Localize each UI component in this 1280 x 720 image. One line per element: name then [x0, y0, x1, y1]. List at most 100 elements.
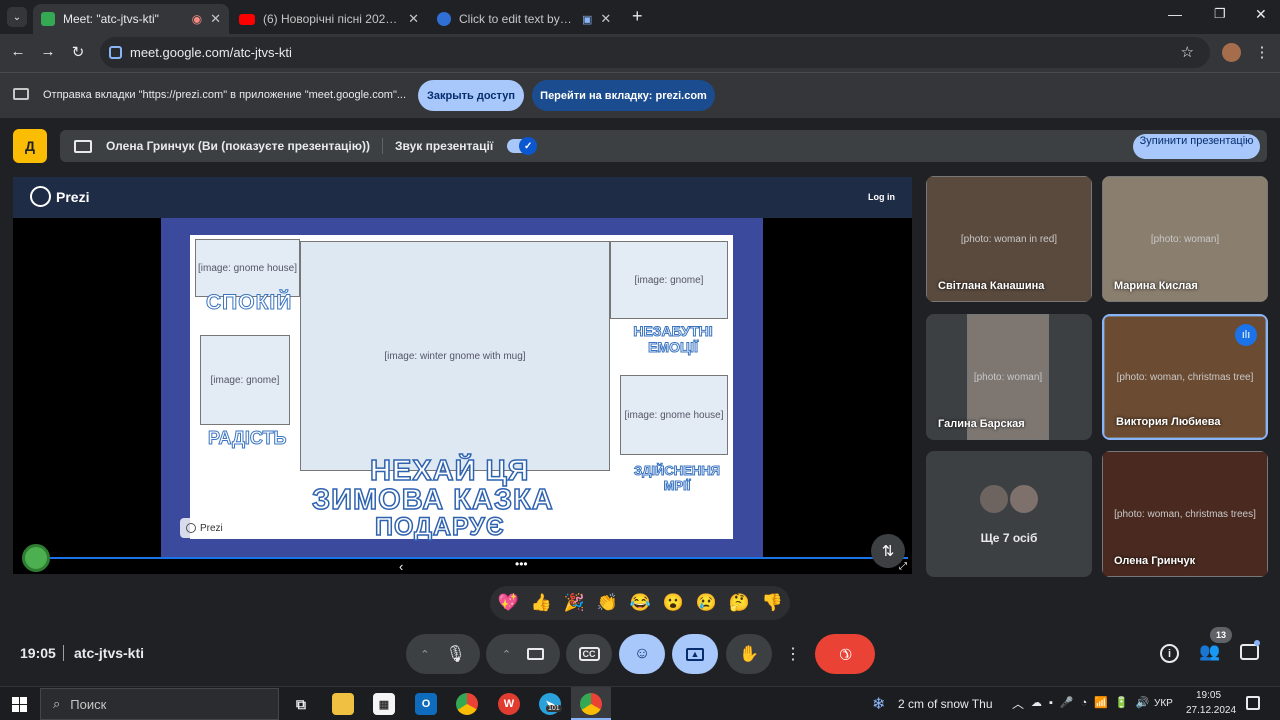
camera-icon[interactable] — [527, 648, 545, 660]
reaction-party[interactable]: 🎉 — [558, 593, 591, 613]
task-view-icon[interactable]: ⧉ — [290, 693, 312, 715]
windows-start-icon[interactable] — [12, 697, 27, 712]
chevron-up-icon[interactable]: ⌃ — [420, 648, 429, 661]
tray-icons[interactable]: ☁▪🎤◔📶🔋🔊 — [1031, 696, 1156, 709]
prezi-logo-icon — [30, 186, 51, 207]
tab-youtube[interactable]: (6) Новорічні пісні 2025. - You ✕ — [231, 4, 427, 34]
file-explorer-icon[interactable] — [332, 693, 354, 715]
browser-toolbar: ← → ↻ meet.google.com/atc-jtvs-kti ☆ ⋮ — [0, 34, 1280, 72]
people-icon[interactable]: 👥 — [1199, 642, 1220, 662]
close-tab-icon[interactable]: ✕ — [210, 11, 221, 27]
check-icon: ✓ — [519, 137, 538, 155]
gnome-left-placeholder: [image: gnome] — [200, 335, 290, 425]
new-tab-button[interactable]: + — [632, 6, 643, 27]
more-participants-tile[interactable]: Ще 7 осіб — [926, 451, 1092, 577]
present-icon: ▲ — [686, 647, 704, 661]
forward-icon[interactable]: → — [38, 43, 58, 60]
stop-presenting-button[interactable]: Зупинити презентацію — [1133, 134, 1260, 159]
swap-layout-button[interactable]: ⇅ — [871, 534, 905, 568]
tray-chevron-up-icon[interactable]: ︿ — [1012, 695, 1024, 712]
captions-icon: CC — [578, 647, 600, 661]
profile-avatar-icon[interactable] — [1222, 43, 1241, 62]
prezi-progress-handle[interactable] — [22, 544, 50, 572]
reaction-heart[interactable]: 💖 — [492, 593, 525, 613]
recording-icon: ◉ — [191, 12, 203, 26]
present-button[interactable]: ▲ — [672, 634, 718, 674]
tab-title: Meet: "atc-jtvs-kti" — [63, 12, 159, 26]
reaction-thinking[interactable]: 🤔 — [723, 593, 756, 613]
chrome-icon[interactable] — [456, 693, 478, 715]
reaction-thumbs-up[interactable]: 👍 — [525, 593, 558, 613]
meet-favicon-icon — [41, 12, 55, 26]
maximize-button[interactable]: ❐ — [1214, 6, 1226, 22]
active-chrome-button[interactable] — [571, 687, 611, 720]
tab-title: Click to edit text by Ольга — [459, 12, 574, 26]
close-tab-icon[interactable]: ✕ — [408, 11, 419, 27]
captions-button[interactable]: CC — [566, 634, 612, 674]
chat-unread-dot — [1254, 640, 1260, 646]
minimize-button[interactable]: — — [1168, 6, 1182, 22]
hand-icon: ✋ — [739, 646, 759, 663]
weather-text[interactable]: 2 cm of snow Thu — [898, 697, 993, 711]
tab-search-button[interactable]: ⌄ — [7, 7, 27, 27]
prezi-progress-track[interactable] — [23, 557, 908, 559]
notifications-icon[interactable] — [1246, 696, 1260, 710]
chat-icon[interactable] — [1240, 644, 1259, 660]
bookmark-star-icon[interactable]: ☆ — [1181, 43, 1194, 61]
outlook-icon[interactable]: O — [415, 693, 437, 715]
participant-tile[interactable]: [photo: woman in red] Світлана Канашина — [926, 176, 1092, 302]
present-screen-icon — [74, 139, 92, 153]
clock-time[interactable]: 19:05 — [1196, 690, 1221, 701]
speaking-indicator-icon: ılı — [1235, 324, 1257, 346]
participant-tile-speaking[interactable]: [photo: woman, christmas tree] ılı Викто… — [1102, 314, 1268, 440]
participant-tile[interactable]: [photo: woman, christmas trees] Олена Гр… — [1102, 451, 1268, 577]
reaction-clap[interactable]: 👏 — [591, 593, 624, 613]
slide-text-calm: СПОКІЙ — [205, 291, 293, 315]
prezi-login-link[interactable]: Log in — [868, 192, 895, 202]
address-bar[interactable]: meet.google.com/atc-jtvs-kti ☆ — [100, 37, 1210, 68]
reactions-bar: 💖 👍 🎉 👏 😂 😮 😢 🤔 👎 — [490, 586, 790, 620]
reaction-sad[interactable]: 😢 — [690, 593, 723, 613]
switch-tab-button[interactable]: Перейти на вкладку: prezi.com — [532, 80, 715, 111]
tab-prezi[interactable]: Click to edit text by Ольга ▣ ✕ — [429, 4, 625, 34]
participant-name: Виктория Любиева — [1116, 416, 1221, 428]
reload-icon[interactable]: ↻ — [68, 43, 88, 61]
slide-menu-icon[interactable]: ••• — [515, 557, 528, 571]
cast-icon: ▣ — [582, 13, 593, 26]
stop-presenting-label: Зупинити презентацію — [1139, 135, 1254, 147]
reactions-button[interactable]: ☺ — [619, 634, 665, 674]
leave-call-button[interactable]: ✆ — [815, 634, 875, 674]
close-tab-icon[interactable]: ✕ — [600, 11, 611, 27]
browser-tab-strip: ⌄ Meet: "atc-jtvs-kti" ◉ ✕ (6) Новорічні… — [0, 0, 1280, 34]
taskbar-search-box[interactable]: ⌕ Поиск — [40, 688, 279, 720]
chevron-up-icon[interactable]: ⌃ — [502, 648, 511, 661]
stop-sharing-button[interactable]: Закрыть доступ — [418, 80, 524, 111]
raise-hand-button[interactable]: ✋ — [726, 634, 772, 674]
tab-meet[interactable]: Meet: "atc-jtvs-kti" ◉ ✕ — [33, 4, 229, 34]
sharing-message: Отправка вкладки "https://prezi.com" в п… — [43, 89, 407, 101]
back-icon[interactable]: ← — [8, 43, 28, 60]
microsoft-store-icon[interactable]: ▦ — [373, 693, 395, 715]
prezi-favicon-icon — [437, 12, 451, 26]
reaction-surprised[interactable]: 😮 — [657, 593, 690, 613]
presentation-bar: Олена Гринчук (Ви (показуєте презентацію… — [60, 130, 1267, 162]
participant-tile[interactable]: [photo: woman] Марина Кислая — [1102, 176, 1268, 302]
gnome-top-right-placeholder: [image: gnome] — [610, 241, 728, 319]
people-count-badge: 13 — [1210, 627, 1232, 643]
more-options-button[interactable]: ⋮ — [779, 634, 807, 674]
language-indicator[interactable]: УКР — [1154, 698, 1173, 709]
microphone-icon[interactable]: 🎙 — [445, 644, 465, 664]
browser-menu-icon[interactable]: ⋮ — [1252, 43, 1272, 61]
presentation-audio-label: Звук презентації — [394, 139, 494, 153]
reaction-thumbs-down[interactable]: 👎 — [756, 593, 789, 613]
info-icon[interactable]: i — [1160, 644, 1179, 663]
close-window-button[interactable]: ✕ — [1255, 6, 1267, 23]
chrome-icon — [580, 693, 602, 715]
participant-tile[interactable]: [photo: woman] Галина Барская — [926, 314, 1092, 440]
presentation-audio-toggle[interactable]: ✓ — [507, 137, 538, 155]
reaction-laugh[interactable]: 😂 — [624, 593, 657, 613]
prev-slide-icon[interactable]: ‹ — [399, 559, 403, 574]
wps-office-icon[interactable]: W — [498, 693, 520, 715]
clock-date[interactable]: 27.12.2024 — [1186, 705, 1236, 716]
telegram-badge: 101 — [546, 705, 562, 712]
